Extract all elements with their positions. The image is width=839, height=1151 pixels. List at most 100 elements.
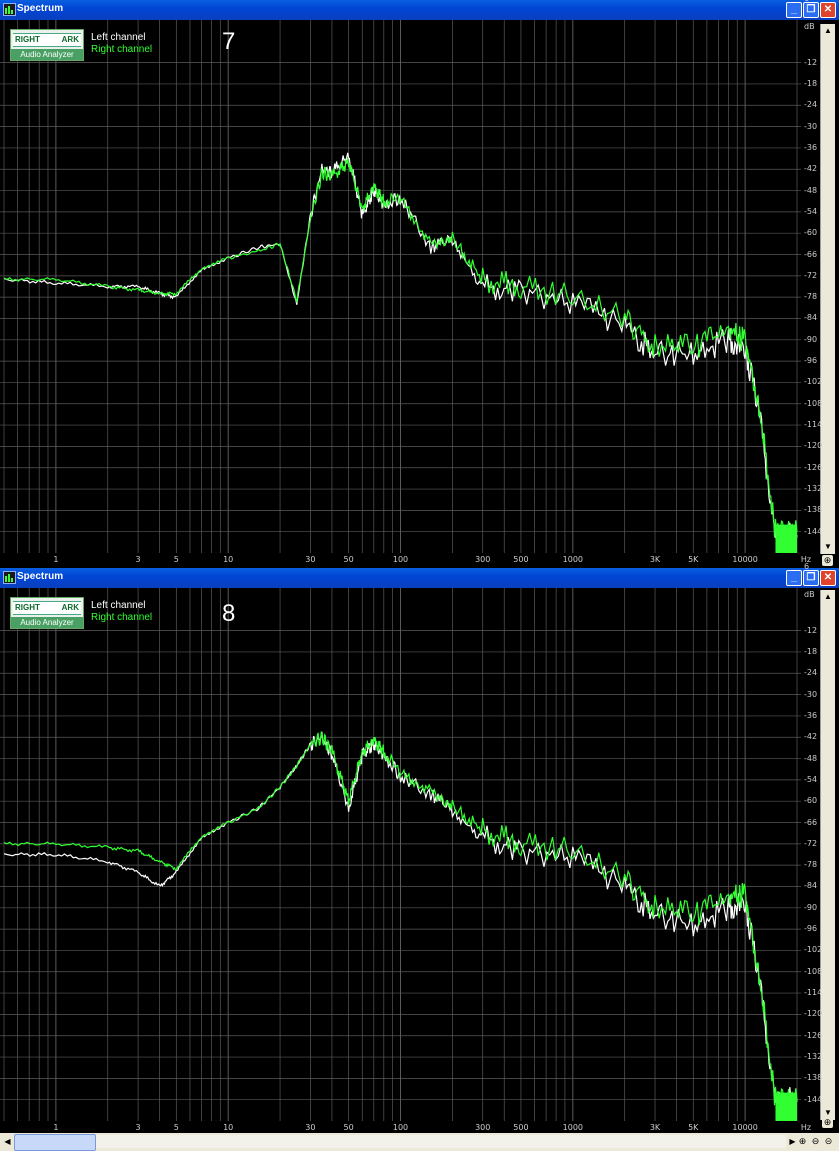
spectrum-app-icon: [3, 571, 16, 584]
db-tick-label: -12: [804, 625, 818, 635]
zoom-icon[interactable]: ⊕: [822, 555, 833, 566]
db-tick-label: -24: [804, 668, 818, 678]
hz-tick-label: 1: [53, 555, 59, 564]
db-tick-label: -60: [804, 796, 818, 806]
hz-tick-label: 5: [173, 555, 179, 564]
db-tick-label: 6: [804, 561, 810, 571]
scroll-left-icon[interactable]: ◀: [1, 1135, 14, 1148]
db-tick-label: -90: [804, 334, 818, 344]
zoom-in-icon[interactable]: ⊕: [797, 1136, 808, 1147]
vertical-scrollbar[interactable]: ▲ ▼: [820, 24, 835, 554]
hz-tick-label: 1000: [562, 1123, 583, 1132]
close-icon[interactable]: ✕: [820, 2, 836, 18]
db-tick-label: -24: [804, 100, 818, 110]
rightmark-logo: RIGHT ARK Audio Analyzer: [10, 597, 84, 629]
hz-tick-label: 100: [392, 555, 409, 564]
db-tick-label: -30: [804, 121, 818, 131]
title-bar[interactable]: Spectrum _ ❐ ✕: [0, 0, 839, 20]
scroll-down-icon[interactable]: ▼: [821, 540, 835, 554]
db-tick-label: -126: [804, 462, 823, 472]
legend-left-channel: Left channel: [91, 600, 146, 611]
db-tick-label: -132: [804, 1052, 823, 1062]
noise-floor-block: [775, 524, 797, 553]
minimize-icon[interactable]: _: [786, 2, 802, 18]
db-tick-label: -114: [804, 420, 823, 430]
hz-tick-label: 3: [135, 1123, 141, 1132]
db-tick-label: -30: [804, 689, 818, 699]
db-tick-label: -42: [804, 164, 818, 174]
horizontal-scrollbar[interactable]: ◀ ▶ ⊕ ⊖ ⊝: [0, 1133, 839, 1151]
maximize-icon[interactable]: ❐: [803, 570, 819, 586]
hz-tick-label: 300: [475, 555, 491, 564]
maximize-icon[interactable]: ❐: [803, 2, 819, 18]
window-title: Spectrum: [17, 571, 64, 582]
db-tick-label: -108: [804, 398, 823, 408]
scroll-thumb[interactable]: [14, 1134, 96, 1151]
spectrum-window-2: Spectrum _ ❐ ✕ ▲ ▼ RIGHT ARK Audio Analyz…: [0, 562, 839, 1151]
db-tick-label: -48: [804, 753, 818, 763]
scroll-up-icon[interactable]: ▲: [821, 590, 835, 604]
db-tick-label: -66: [804, 249, 818, 259]
db-tick-label: -90: [804, 902, 818, 912]
db-tick-label: -120: [804, 441, 823, 451]
spectrum-app-icon: [3, 3, 16, 16]
hz-tick-label: 3: [135, 555, 141, 564]
hz-tick-label: 50: [343, 1123, 354, 1132]
hz-tick-label: 30: [305, 555, 316, 564]
window-title: Spectrum: [17, 3, 64, 14]
db-tick-label: -144: [804, 526, 823, 536]
hz-tick-label: 10000: [732, 555, 758, 564]
db-tick-label: -102: [804, 377, 823, 387]
spectrum-plot[interactable]: [0, 20, 801, 553]
db-tick-label: -42: [804, 732, 818, 742]
db-tick-label: -12: [804, 57, 818, 67]
legend-left-channel: Left channel: [91, 32, 146, 43]
scroll-up-icon[interactable]: ▲: [821, 24, 835, 38]
db-unit-label: dB: [804, 590, 815, 599]
db-unit-label: dB: [804, 22, 815, 31]
zoom-reset-icon[interactable]: ⊝: [823, 1136, 834, 1147]
db-tick-label: -120: [804, 1009, 823, 1019]
db-tick-label: -96: [804, 356, 818, 366]
vertical-scrollbar[interactable]: ▲ ▼: [820, 590, 835, 1120]
db-tick-label: -60: [804, 228, 818, 238]
minimize-icon[interactable]: _: [786, 570, 802, 586]
close-icon[interactable]: ✕: [820, 570, 836, 586]
hz-tick-label: 1000: [562, 555, 583, 564]
spectrum-window-1: Spectrum _ ❐ ✕ ▲ ▼ RIGHT ARK Audio Analyz…: [0, 0, 839, 568]
hz-tick-label: 5K: [688, 555, 699, 564]
db-tick-label: -48: [804, 185, 818, 195]
overlay-number: 7: [222, 28, 236, 55]
db-tick-label: -84: [804, 313, 818, 323]
title-bar[interactable]: Spectrum _ ❐ ✕: [0, 568, 839, 588]
hz-tick-label: 10000: [732, 1123, 758, 1132]
hz-unit-label: Hz: [800, 1123, 812, 1132]
db-tick-label: -132: [804, 484, 823, 494]
legend-right-channel: Right channel: [91, 44, 153, 55]
db-tick-label: -96: [804, 924, 818, 934]
db-tick-label: -144: [804, 1094, 823, 1104]
zoom-out-icon[interactable]: ⊖: [810, 1136, 821, 1147]
db-tick-label: -18: [804, 78, 818, 88]
scroll-track[interactable]: [14, 1135, 786, 1148]
db-tick-label: -72: [804, 270, 818, 280]
hz-tick-label: 3K: [649, 1123, 661, 1132]
hz-tick-label: 100: [392, 1123, 409, 1132]
db-tick-label: -54: [804, 774, 818, 784]
db-tick-label: 6: [804, 0, 809, 3]
hz-tick-label: 5: [173, 1123, 179, 1132]
hz-tick-label: 50: [343, 555, 354, 564]
hz-tick-label: 30: [305, 1123, 316, 1132]
db-tick-label: -36: [804, 142, 818, 152]
spectrum-plot[interactable]: [0, 588, 801, 1121]
db-tick-label: -114: [804, 988, 823, 998]
rightmark-logo: RIGHT ARK Audio Analyzer: [10, 29, 84, 61]
zoom-icon[interactable]: ⊕: [822, 1117, 833, 1128]
db-tick-label: -126: [804, 1030, 823, 1040]
hz-tick-label: 1: [53, 1123, 59, 1132]
hz-tick-label: 500: [513, 555, 529, 564]
db-tick-label: -54: [804, 206, 818, 216]
legend-right-channel: Right channel: [91, 612, 153, 623]
db-tick-label: -72: [804, 838, 818, 848]
hz-tick-label: 300: [475, 1123, 491, 1132]
